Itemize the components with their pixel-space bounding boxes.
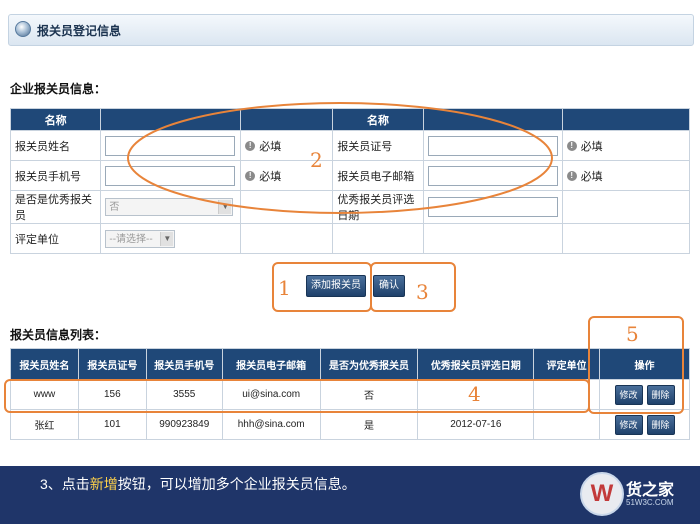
annotation-number-4: 4 xyxy=(468,382,481,406)
annotation-number-2: 2 xyxy=(310,148,323,172)
annotation-box-4 xyxy=(4,379,590,413)
annotation-box-3 xyxy=(370,262,456,312)
site-logo: W 货之家 51W3C.COM xyxy=(574,468,698,522)
annotation-number-1: 1 xyxy=(278,276,291,300)
logo-text: 货之家 xyxy=(626,482,675,499)
logo-mark-icon: W xyxy=(580,472,624,516)
annotation-number-5: 5 xyxy=(626,322,639,346)
annotation-ellipse xyxy=(127,102,553,214)
caption-bar: 3、点击新增按钮，可以增加多个企业报关员信息。 W 货之家 51W3C.COM xyxy=(0,466,700,524)
annotation-number-3: 3 xyxy=(416,280,429,304)
caption-text: 3、点击新增按钮，可以增加多个企业报关员信息。 xyxy=(40,476,356,492)
logo-url: 51W3C.COM xyxy=(626,498,674,507)
